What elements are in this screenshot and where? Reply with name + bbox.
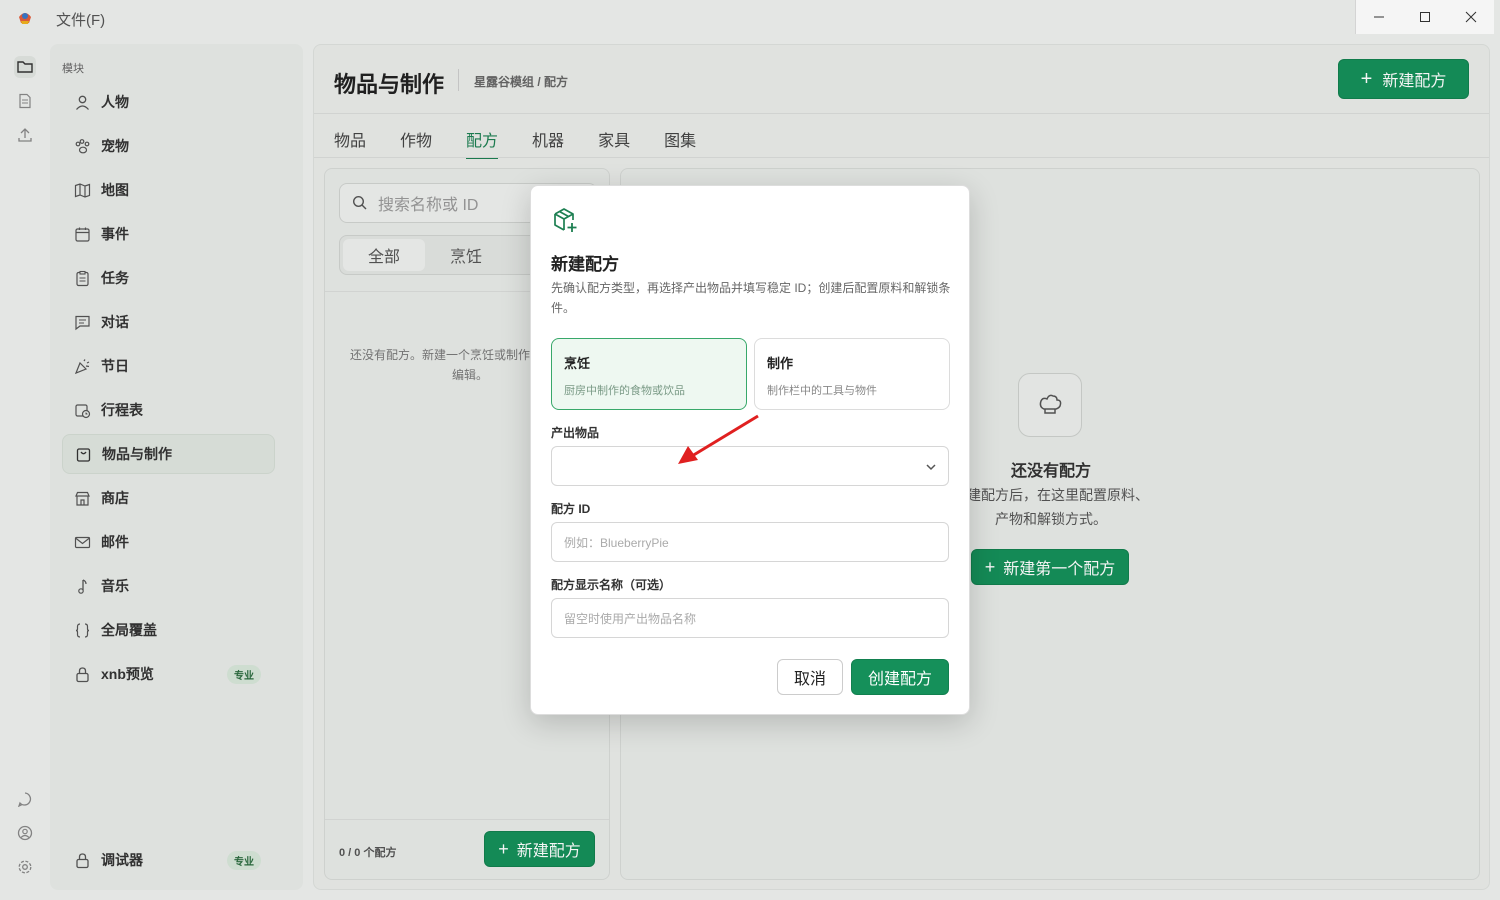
chevron-down-icon xyxy=(926,464,936,471)
display-name-input[interactable]: 留空时使用产出物品名称 xyxy=(551,598,949,638)
recipe-id-input[interactable]: 例如：BlueberryPie xyxy=(551,522,949,562)
cancel-button[interactable]: 取消 xyxy=(777,659,843,695)
annotation-arrow-icon xyxy=(678,414,759,464)
output-item-label: 产出物品 xyxy=(551,426,600,440)
dialog-title: 新建配方 xyxy=(551,255,619,274)
type-card-crafting[interactable]: 制作 制作栏中的工具与物件 xyxy=(754,338,950,410)
recipe-id-label: 配方 ID xyxy=(551,502,591,516)
display-name-label: 配方显示名称（可选） xyxy=(551,578,672,592)
create-recipe-button[interactable]: 创建配方 xyxy=(851,659,949,695)
type-card-cooking[interactable]: 烹饪 厨房中制作的食物或饮品 xyxy=(551,338,747,410)
dialog-description: 先确认配方类型，再选择产出物品并填写稳定 ID；创建后配置原料和解锁条件。 xyxy=(551,281,951,315)
package-plus-icon xyxy=(554,208,577,232)
